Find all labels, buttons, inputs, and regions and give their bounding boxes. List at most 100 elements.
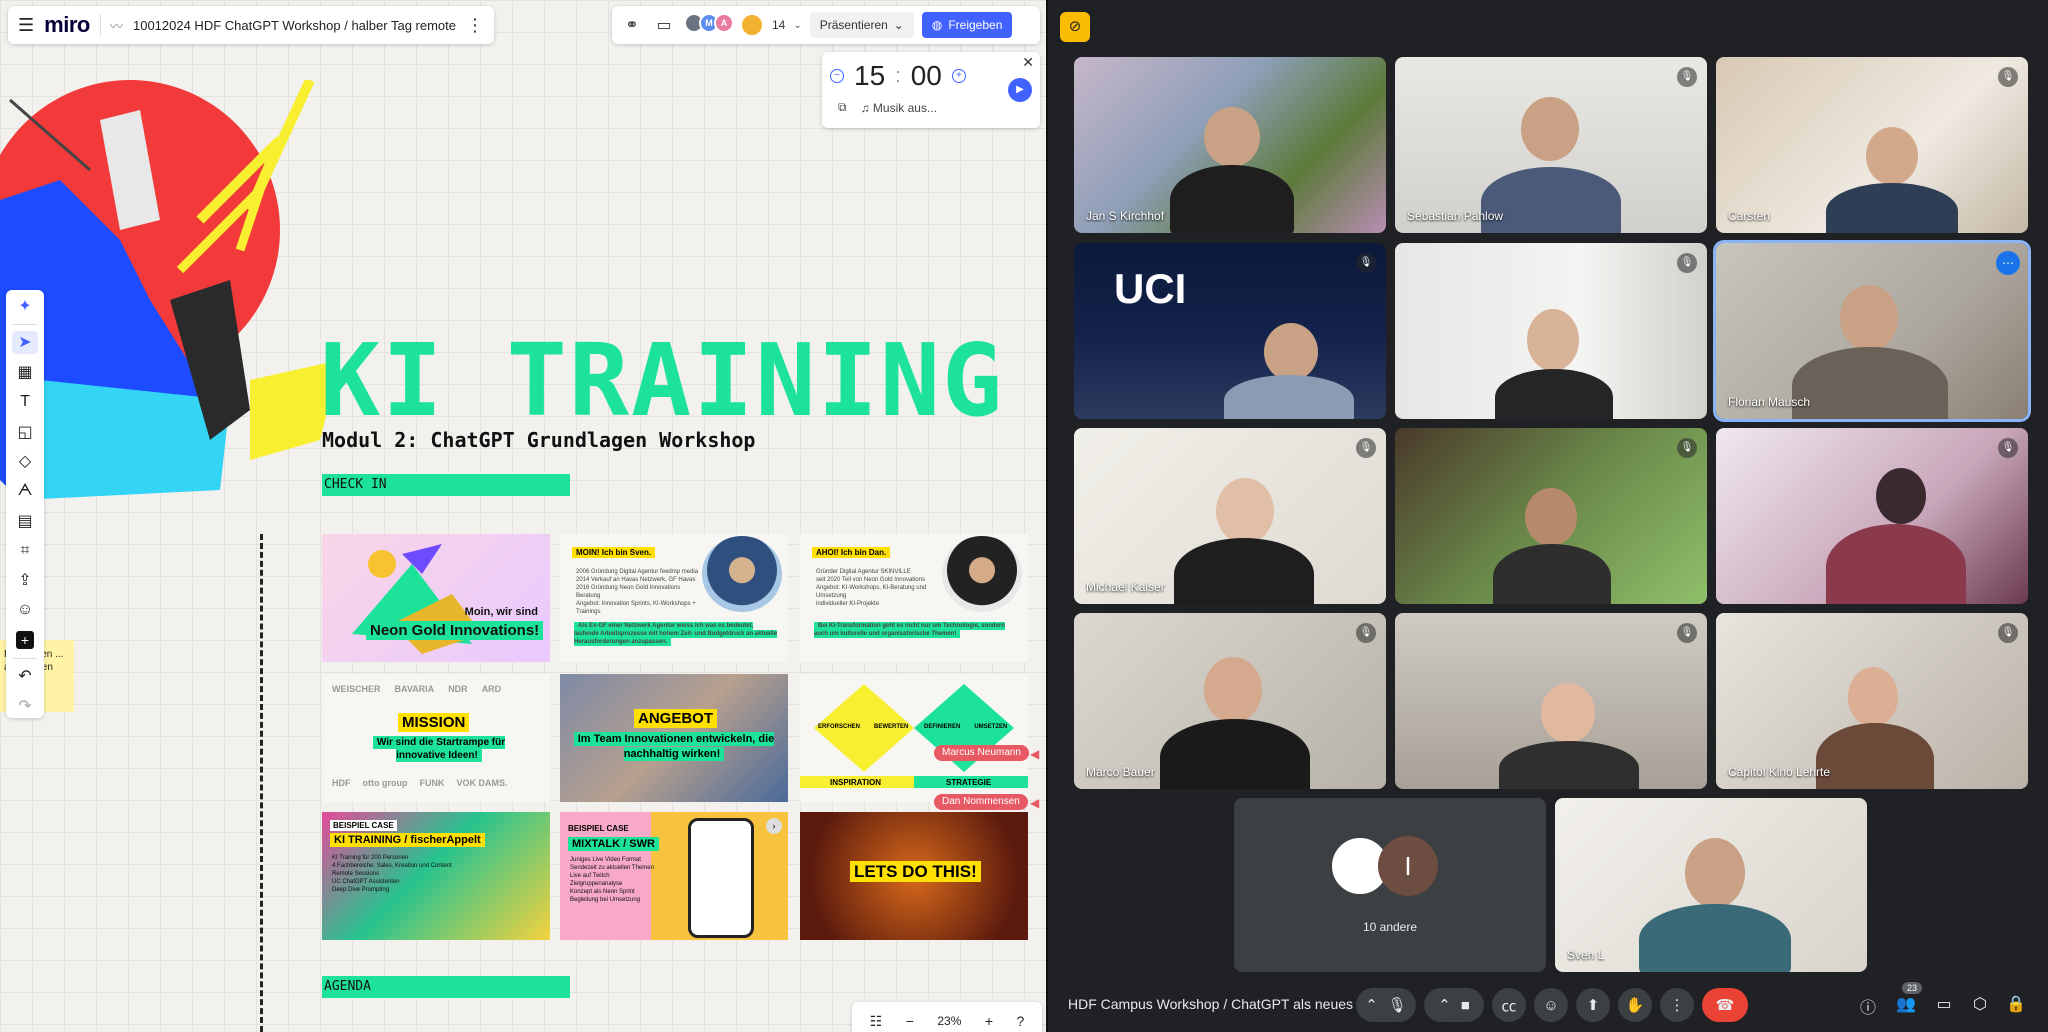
- participant-tile[interactable]: UCI 🎙: [1074, 243, 1386, 419]
- undo-icon[interactable]: ↶: [12, 664, 38, 688]
- share-button[interactable]: ◍ Freigeben: [921, 12, 1013, 38]
- miro-logo[interactable]: miro: [44, 12, 90, 38]
- camera-control[interactable]: ⌃ ■: [1424, 988, 1484, 1022]
- participant-tile[interactable]: 🎙: [1395, 613, 1707, 789]
- timer-seconds[interactable]: 00: [911, 60, 942, 92]
- case-line: UC ChatGPT Assistenten: [332, 879, 400, 885]
- captions-button[interactable]: ㏄: [1492, 988, 1526, 1022]
- shapes-tool-icon[interactable]: ◇: [12, 449, 38, 473]
- card-angebot[interactable]: ANGEBOT Im Team Innovationen entwickeln,…: [560, 674, 788, 802]
- people-icon[interactable]: 👥 23: [1894, 982, 1922, 1014]
- select-tool-icon[interactable]: ➤: [12, 330, 38, 355]
- chat-icon[interactable]: ▭: [1932, 994, 1956, 1014]
- menu-icon[interactable]: ☰: [18, 15, 34, 36]
- participant-tile[interactable]: 🎙 Marco Bauer: [1074, 613, 1386, 789]
- participant-body: [1495, 369, 1613, 419]
- participant-body: [1639, 904, 1791, 972]
- zoom-out-icon[interactable]: −: [906, 1013, 914, 1029]
- card-process[interactable]: ERFORSCHEN BEWERTEN DEFINIEREN UMSETZEN …: [800, 674, 1028, 802]
- card-intro-neon-gold[interactable]: Moin, wir sind Neon Gold Innovations!: [322, 534, 550, 662]
- zoom-in-icon[interactable]: +: [985, 1013, 993, 1029]
- more-options-icon[interactable]: ⋮: [1660, 988, 1694, 1022]
- list-icon[interactable]: ☷: [870, 1013, 883, 1030]
- ai-sparkle-icon[interactable]: ✦: [12, 294, 38, 318]
- more-options-icon[interactable]: ⋮: [466, 15, 484, 36]
- client-logo: HDF: [332, 778, 351, 788]
- participant-tile[interactable]: 🎙 Michael Kaiser: [1074, 428, 1386, 604]
- pen-tool-icon[interactable]: ᗅ: [12, 479, 38, 503]
- sticky-note-tool-icon[interactable]: ◱: [12, 420, 38, 444]
- participant-tile[interactable]: 🎙: [1395, 428, 1707, 604]
- chevron-down-icon[interactable]: ⌄: [793, 20, 801, 31]
- chevron-up-icon[interactable]: ⌃: [1438, 996, 1451, 1014]
- camera-icon[interactable]: ■: [1461, 997, 1470, 1014]
- comments-icon[interactable]: ▭: [652, 15, 676, 35]
- avatar[interactable]: A: [714, 13, 734, 33]
- participant-tile-active-speaker[interactable]: ⋯ Florian Mausch: [1716, 243, 2028, 419]
- client-logo: FUNK: [419, 778, 445, 788]
- music-icon[interactable]: ♫ Musik aus...: [861, 101, 937, 115]
- dan-bullet: seit 2020 Teil von Neon Gold Innovations: [816, 577, 925, 583]
- muted-mic-icon: 🎙: [1998, 438, 2018, 458]
- cursor-arrow-icon: ◀: [1030, 796, 1040, 810]
- own-avatar[interactable]: [740, 13, 764, 37]
- collaborator-avatars[interactable]: M A: [684, 13, 764, 37]
- card-case-mixtalk[interactable]: BEISPIEL CASE MIXTALK / SWR Juniges Live…: [560, 812, 788, 940]
- text-tool-icon[interactable]: T: [12, 390, 38, 414]
- redo-icon[interactable]: ↷: [12, 694, 38, 718]
- card-mission[interactable]: WEISCHER BAVARIA NDR ARD MISSION Wir sin…: [322, 674, 550, 802]
- participant-head: [1866, 127, 1918, 185]
- participant-tile[interactable]: 🎙 Carsten: [1716, 57, 2028, 233]
- cursor-label-marcus: Marcus Neumann: [934, 745, 1029, 761]
- stop-presenting-icon[interactable]: ⊘: [1060, 12, 1090, 42]
- zoom-level[interactable]: 23%: [937, 1014, 961, 1028]
- meeting-title[interactable]: HDF Campus Workshop / ChatGPT als neues …: [1068, 996, 1369, 1012]
- timer-minutes[interactable]: 15: [854, 60, 885, 92]
- help-icon[interactable]: ?: [1016, 1013, 1024, 1029]
- sven-bullet: 2006 Gründung Digital Agentur feedmp med…: [576, 569, 699, 575]
- tile-options-icon[interactable]: ⋯: [1996, 251, 2020, 275]
- close-icon[interactable]: ✕: [1022, 54, 1034, 71]
- decrease-time-button[interactable]: −: [830, 69, 844, 83]
- present-button[interactable]: Präsentieren ⌄: [809, 12, 914, 38]
- participant-tile[interactable]: 🎙: [1395, 243, 1707, 419]
- increase-time-button[interactable]: +: [951, 69, 966, 83]
- upload-tool-icon[interactable]: ⇪: [12, 568, 38, 592]
- zoom-bar: ☷ − 23% + ?: [852, 1002, 1042, 1032]
- collaborator-count[interactable]: 14: [772, 18, 785, 32]
- template-tool-icon[interactable]: ☺: [12, 598, 38, 622]
- table-tool-icon[interactable]: ▦: [12, 360, 38, 384]
- end-call-button[interactable]: ☎: [1702, 988, 1748, 1022]
- participant-tile[interactable]: 🎙: [1716, 428, 2028, 604]
- host-controls-icon[interactable]: 🔒: [2004, 994, 2028, 1014]
- reactions-icon[interactable]: ⚭: [620, 15, 644, 35]
- microphone-control[interactable]: ⌃ 🎙: [1356, 988, 1416, 1022]
- board-name[interactable]: 10012024 HDF ChatGPT Workshop / halber T…: [133, 18, 456, 33]
- card-dan[interactable]: AHOI! Ich bin Dan. Gründer Digital Agent…: [800, 534, 1028, 662]
- self-tile[interactable]: Sven L: [1555, 798, 1867, 972]
- raise-hand-icon[interactable]: ✋: [1618, 988, 1652, 1022]
- reactions-icon[interactable]: ☺: [1534, 988, 1568, 1022]
- card-case-fischerappelt[interactable]: BEISPIEL CASE KI TRAINING / fischerAppel…: [322, 812, 550, 940]
- case-tag: BEISPIEL CASE: [330, 820, 397, 831]
- miro-board-pane[interactable]: KI TRAINING Modul 2: ChatGPT Grundlagen …: [0, 0, 1046, 1032]
- microphone-icon[interactable]: 🎙: [1388, 996, 1407, 1014]
- expand-icon[interactable]: ›: [766, 818, 782, 834]
- participant-tile[interactable]: 🎙 Sebastian Pahlow: [1395, 57, 1707, 233]
- others-tile[interactable]: I 10 andere: [1234, 798, 1546, 972]
- participant-tile[interactable]: 🎙 Capitol Kino Lehrte: [1716, 613, 2028, 789]
- activities-icon[interactable]: ⬡: [1968, 994, 1992, 1014]
- more-tools-icon[interactable]: +: [16, 630, 34, 649]
- frame-tool-icon[interactable]: ⌗: [12, 539, 38, 563]
- external-link-icon[interactable]: ⧉: [838, 100, 847, 115]
- process-label: UMSETZEN: [974, 724, 1008, 730]
- comment-tool-icon[interactable]: ▤: [12, 509, 38, 533]
- participant-name: Marco Bauer: [1086, 765, 1155, 779]
- info-icon[interactable]: ⓘ: [1856, 994, 1880, 1018]
- chevron-up-icon[interactable]: ⌃: [1365, 996, 1378, 1014]
- participant-tile[interactable]: Jan S Kirchhof: [1074, 57, 1386, 233]
- play-button[interactable]: ▶: [1008, 78, 1032, 102]
- card-lets-do-this[interactable]: LETS DO THIS!: [800, 812, 1028, 940]
- card-sven[interactable]: MOIN! Ich bin Sven. 2006 Gründung Digita…: [560, 534, 788, 662]
- present-screen-icon[interactable]: ⬆: [1576, 988, 1610, 1022]
